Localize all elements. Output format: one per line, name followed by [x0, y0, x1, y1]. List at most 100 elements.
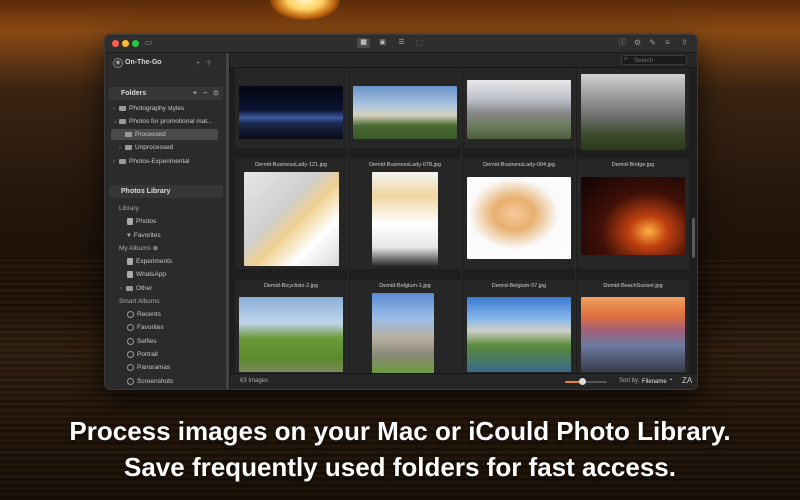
thumbnail-cell[interactable]: Demid-BusinessLady-078.jpg	[349, 159, 461, 269]
image-count: 63 Images	[240, 378, 269, 384]
tools-icon[interactable]: ✎	[647, 38, 658, 48]
smart-album-item[interactable]: Panoramas	[127, 362, 170, 373]
search-input[interactable]: Search	[621, 55, 687, 65]
album-icon	[127, 257, 133, 265]
folder-icon	[119, 158, 126, 164]
zoom-slider-knob[interactable]	[578, 378, 586, 385]
smart-album-item[interactable]: Screenshots	[127, 376, 173, 387]
thumbnail-image[interactable]	[581, 74, 685, 150]
thumbnail-cell[interactable]	[463, 68, 575, 148]
close-button[interactable]	[112, 40, 119, 47]
account-icon: ◉	[113, 58, 123, 68]
thumbnail-cell[interactable]: Demid-Belgium-07.jpg	[463, 280, 575, 373]
folder-icon	[119, 105, 126, 111]
folder-icon	[125, 144, 132, 150]
status-bar: 63 Images Sort by: Filename ⌃ ZA	[230, 373, 697, 389]
smart-album-icon	[127, 337, 134, 345]
folder-icon	[126, 285, 133, 291]
album-item[interactable]: Experiments	[127, 256, 172, 267]
folders-header[interactable]: Folders + − ⊙	[109, 87, 223, 100]
thumbnail-image[interactable]	[244, 172, 339, 266]
album-item[interactable]: WhatsApp	[127, 269, 166, 280]
folder-icon	[125, 131, 132, 137]
tagline-line-1: Process images on your Mac or iCould Pho…	[69, 416, 731, 446]
smart-album-icon	[127, 350, 134, 358]
account-name: On-The-Go	[125, 59, 162, 66]
library-item-favorites[interactable]: ♥ Favorites	[127, 230, 161, 241]
browser-topbar: Search ⌕	[230, 53, 697, 68]
thumbnail-cell[interactable]: Demid-BeachSunset.jpg	[577, 280, 689, 373]
thumbnail-image[interactable]	[581, 297, 685, 372]
photos-icon	[127, 217, 133, 225]
thumbnail-cell[interactable]	[349, 68, 461, 148]
folder-item[interactable]: ⌄ Photos for promotional mat...	[113, 116, 212, 127]
folder-item[interactable]: › Photography styles	[113, 103, 184, 114]
thumbnail-cell[interactable]: Demid-BusinessLady-121.jpg	[235, 159, 347, 269]
grid-scrollbar[interactable]	[692, 218, 695, 258]
thumbnail-image[interactable]	[353, 86, 457, 139]
album-item[interactable]: › Other	[120, 283, 152, 294]
sidebar-scrollbar[interactable]	[226, 53, 229, 389]
folder-item[interactable]: › Photos-Experimental	[113, 156, 189, 167]
thumbnail-caption: Demid-BusinessLady-121.jpg	[255, 162, 327, 168]
sidebar: ◉ On-The-Go + ? Folders + − ⊙ › Photograp…	[105, 53, 230, 389]
library-section-label: Library	[119, 205, 139, 212]
thumbnail-cell[interactable]: Demid-Belgium-1.jpg	[349, 280, 461, 373]
grid-view-icon[interactable]: ▦	[357, 38, 370, 48]
thumbnail-image[interactable]	[372, 293, 434, 373]
thumbnail-image[interactable]	[467, 80, 571, 139]
folders-header-label: Folders	[121, 90, 147, 97]
add-album-icon[interactable]: ⊕	[153, 245, 158, 252]
add-folder-button[interactable]: +	[193, 87, 197, 100]
filter-icon[interactable]: ≡	[662, 38, 673, 48]
smart-album-item[interactable]: Selfies	[127, 336, 157, 347]
smart-album-item[interactable]: Favorites	[127, 322, 164, 333]
extra-view-icon[interactable]: ▢	[414, 38, 425, 48]
my-albums-label: My Albums ⊕	[119, 245, 159, 252]
thumbnail-caption: Demid-Bicyclists-2.jpg	[263, 283, 319, 289]
layout-view-icon[interactable]: ▣	[376, 38, 389, 48]
smart-album-icon	[127, 363, 134, 371]
thumbnail-image[interactable]	[372, 172, 438, 266]
search-icon: ⌕	[624, 56, 628, 62]
thumbnail-cell[interactable]	[235, 68, 347, 148]
list-view-icon[interactable]: ☰	[395, 38, 408, 48]
settings-icon[interactable]: ⚙	[632, 38, 643, 48]
browser-pane: Search ⌕ Demid-BusinessLady-121.jpg Demi…	[230, 53, 697, 389]
thumbnail-image[interactable]	[581, 177, 685, 255]
help-icon[interactable]: ?	[207, 58, 211, 69]
sort-order-toggle[interactable]: ZA	[682, 376, 692, 385]
share-icon[interactable]: ⇪	[679, 38, 690, 48]
minimize-button[interactable]	[122, 40, 129, 47]
smart-album-icon	[127, 377, 134, 385]
info-icon[interactable]: ⓘ	[617, 38, 628, 48]
thumbnail-cell[interactable]: Demid-Bridge.jpg	[577, 159, 689, 269]
folder-item[interactable]: › Unprocessed	[119, 142, 173, 153]
sort-by-label: Sort by:	[619, 378, 640, 384]
heart-icon: ♥	[127, 232, 131, 239]
thumbnail-cell[interactable]: Demid-BusinessLady-004.jpg	[463, 159, 575, 269]
app-window: ▭ ▦ ▣ ☰ ▢ ⓘ ⚙ ✎ ≡ ⇪ ◉ On-The-Go + ? Fold…	[104, 34, 698, 390]
remove-folder-button[interactable]: −	[203, 87, 207, 100]
column-separator	[347, 68, 348, 373]
folder-options-icon[interactable]: ⊙	[213, 87, 219, 100]
library-item-photos[interactable]: Photos	[127, 216, 156, 227]
thumbnail-image[interactable]	[467, 297, 571, 372]
zoom-slider[interactable]	[565, 378, 607, 385]
thumbnail-caption: Demid-BusinessLady-004.jpg	[483, 162, 555, 168]
smart-album-item[interactable]: Portrait	[127, 349, 158, 360]
thumbnail-cell[interactable]: Demid-Bicyclists-2.jpg	[235, 280, 347, 373]
photos-library-header[interactable]: Photos Library	[109, 185, 223, 198]
thumbnail-caption: Demid-Belgium-1.jpg	[379, 283, 431, 289]
add-account-button[interactable]: +	[196, 58, 200, 69]
sort-by-dropdown[interactable]: Filename ⌃	[642, 378, 673, 385]
folder-item-processed[interactable]: Processed	[111, 129, 218, 140]
thumbnail-image[interactable]	[239, 297, 343, 372]
sidebar-toggle-icon[interactable]: ▭	[143, 38, 154, 48]
thumbnail-cell[interactable]	[577, 68, 689, 150]
smart-album-item[interactable]: Recents	[127, 309, 161, 320]
thumbnail-caption: Demid-BusinessLady-078.jpg	[369, 162, 441, 168]
zoom-button[interactable]	[132, 40, 139, 47]
thumbnail-image[interactable]	[467, 177, 571, 259]
thumbnail-image[interactable]	[239, 86, 343, 139]
